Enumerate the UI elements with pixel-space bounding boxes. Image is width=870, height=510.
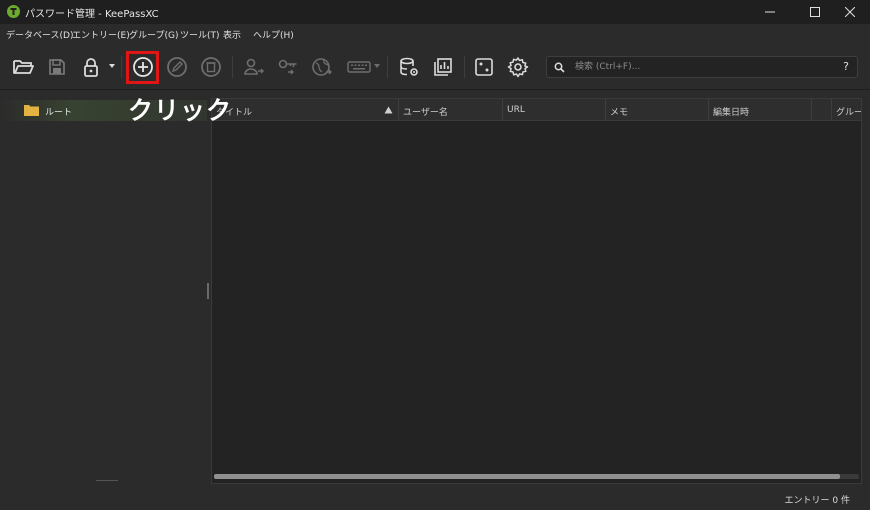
close-window-button[interactable] xyxy=(830,0,870,24)
menu-bar: データベース(D) エントリー(E) グループ(G) ツール(T) 表示 ヘルプ… xyxy=(0,24,870,44)
save-icon xyxy=(49,59,65,75)
reports-icon xyxy=(434,58,452,76)
autotype-button[interactable] xyxy=(345,55,373,79)
autotype-dropdown-chevron-icon[interactable] xyxy=(373,62,381,70)
keepassxc-logo-icon xyxy=(7,5,20,18)
title-bar: パスワード管理 - KeePassXC xyxy=(0,0,870,24)
minimize-icon xyxy=(765,11,775,13)
column-header-notes[interactable]: メモ xyxy=(606,99,709,121)
save-database-button[interactable] xyxy=(45,55,69,79)
group-label: ルート xyxy=(45,108,73,118)
reports-button[interactable] xyxy=(431,55,455,79)
open-url-button[interactable] xyxy=(310,55,334,79)
column-header-username[interactable]: ユーザー名 xyxy=(399,99,503,121)
click-annotation: クリック xyxy=(128,96,233,125)
copy-password-icon xyxy=(278,59,297,75)
table-header: タイトル ユーザー名 URL メモ 編集日時 グループ xyxy=(212,99,861,121)
copy-username-icon xyxy=(244,58,264,75)
maximize-icon xyxy=(810,7,820,17)
status-bar: エントリー 0 件 xyxy=(0,487,870,510)
column-header-modified[interactable]: 編集日時 xyxy=(709,99,812,121)
menu-group[interactable]: グループ(G) xyxy=(129,28,178,41)
search-help-button[interactable]: ? xyxy=(843,60,849,73)
password-generator-icon xyxy=(475,58,493,76)
sort-ascending-icon xyxy=(384,106,393,114)
toolbar-separator xyxy=(387,56,388,78)
search-input[interactable] xyxy=(575,60,825,74)
password-generator-button[interactable] xyxy=(472,55,496,79)
menu-help[interactable]: ヘルプ(H) xyxy=(253,28,294,41)
column-header-spacer xyxy=(812,99,832,121)
folder-icon xyxy=(24,105,39,116)
delete-entry-icon xyxy=(201,57,221,77)
toolbar-separator xyxy=(232,56,233,78)
database-settings-button[interactable] xyxy=(397,55,421,79)
open-url-icon xyxy=(312,58,332,76)
database-settings-icon xyxy=(400,57,418,76)
window-title: パスワード管理 - KeePassXC xyxy=(25,9,159,20)
open-folder-icon xyxy=(13,60,34,74)
column-header-title[interactable]: タイトル xyxy=(212,99,399,121)
search-icon xyxy=(554,62,565,73)
panel-resize-grip[interactable] xyxy=(96,480,118,481)
settings-button[interactable] xyxy=(506,55,530,79)
scrollbar-thumb[interactable] xyxy=(214,474,840,479)
horizontal-scrollbar[interactable] xyxy=(214,474,859,479)
search-box[interactable]: ? xyxy=(546,56,858,78)
settings-gear-icon xyxy=(507,57,529,78)
column-header-url[interactable]: URL xyxy=(503,99,606,121)
lock-database-button[interactable] xyxy=(79,55,103,79)
maximize-button[interactable] xyxy=(795,0,835,24)
menu-view[interactable]: 表示 xyxy=(223,28,241,41)
column-header-group[interactable]: グループ xyxy=(832,99,861,121)
group-tree-panel: ルート xyxy=(0,92,207,487)
edit-entry-button[interactable] xyxy=(165,55,189,79)
copy-username-button[interactable] xyxy=(242,55,266,79)
lock-icon xyxy=(84,58,98,77)
menu-entry[interactable]: エントリー(E) xyxy=(72,28,130,41)
minimize-button[interactable] xyxy=(750,0,790,24)
toolbar-separator xyxy=(121,56,122,78)
autotype-keyboard-icon xyxy=(347,61,371,73)
edit-entry-icon xyxy=(167,57,187,77)
toolbar-separator xyxy=(464,56,465,78)
add-entry-highlight-box xyxy=(126,51,159,84)
open-database-button[interactable] xyxy=(11,55,35,79)
delete-entry-button[interactable] xyxy=(199,55,223,79)
menu-tools[interactable]: ツール(T) xyxy=(180,28,220,41)
entry-table: タイトル ユーザー名 URL メモ 編集日時 グループ xyxy=(211,98,862,484)
entry-count-status: エントリー 0 件 xyxy=(784,496,850,506)
splitter-grip-handle[interactable] xyxy=(207,283,209,299)
copy-password-button[interactable] xyxy=(276,55,300,79)
close-icon xyxy=(845,7,855,17)
lock-dropdown-chevron-icon[interactable] xyxy=(108,62,116,70)
menu-database[interactable]: データベース(D) xyxy=(6,28,74,41)
